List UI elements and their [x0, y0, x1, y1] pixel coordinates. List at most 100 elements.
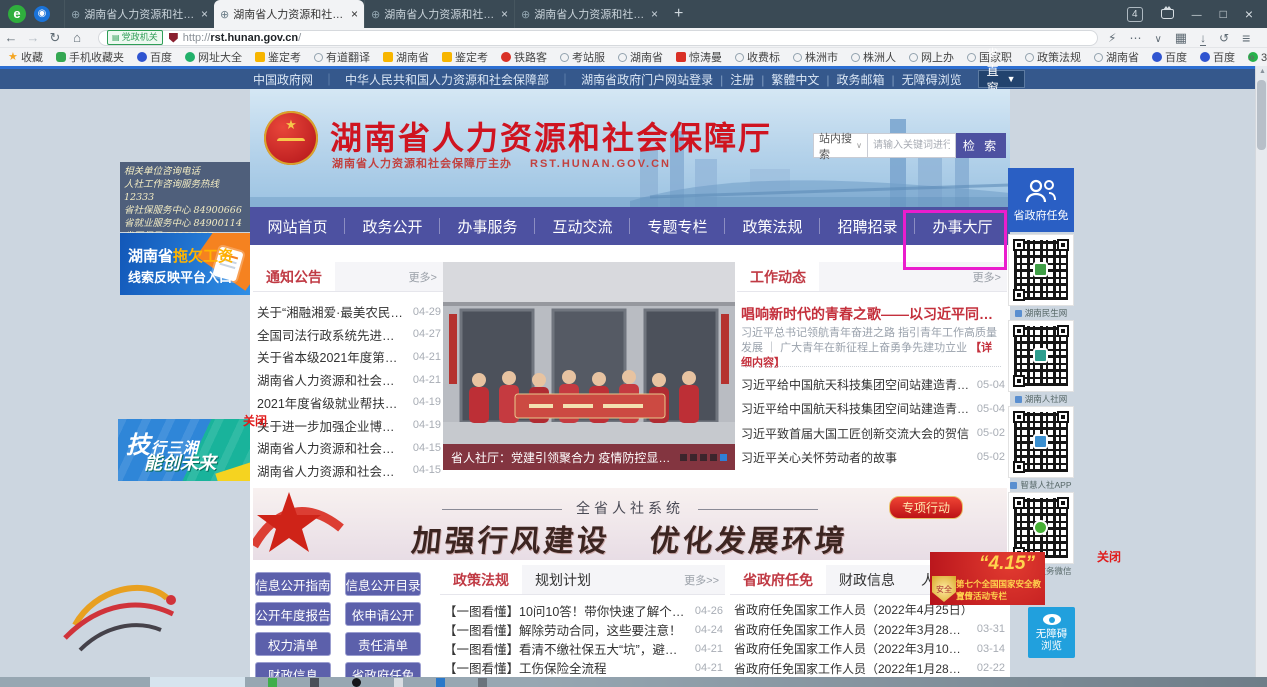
tab-notices[interactable]: 通知公告 [253, 262, 335, 291]
news-item[interactable]: 习近平给中国航天科技集团空间站建造青年团队的回信… 05-04 [741, 376, 1005, 393]
info-button[interactable]: 责任清单 [345, 632, 421, 656]
page-scrollbar[interactable]: ▲ [1255, 66, 1267, 677]
notice-item[interactable]: 湖南省人力资源和社会保障厅等… 04-15 [257, 461, 441, 480]
dropdown-caret-icon[interactable] [1154, 31, 1161, 45]
forward-icon[interactable]: → [22, 30, 44, 45]
tab-gov-appointments[interactable]: 省政府任免 [730, 565, 826, 594]
bookmark-item[interactable]: 手机收藏夹 [56, 49, 124, 65]
info-button[interactable]: 信息公开指南 [255, 572, 331, 596]
back-icon[interactable]: ← [0, 30, 22, 45]
taskbar-app-icon[interactable] [478, 678, 487, 687]
policy-item[interactable]: 【一图看懂】10问10答！带你快速了解个人养老金制… 04-26 [444, 601, 723, 620]
browser-tab[interactable]: 湖南省人力资源和社会保障厅 [514, 0, 664, 28]
scroll-up-arrow-icon[interactable]: ▲ [1259, 68, 1266, 75]
close-window-icon[interactable] [1245, 6, 1253, 22]
close-ad-link[interactable]: 关闭 [243, 412, 267, 429]
news-more-link[interactable]: 更多> [973, 269, 1007, 285]
bookmark-item[interactable]: 收藏 [8, 49, 43, 65]
bookmark-item[interactable]: 株洲市 [793, 49, 838, 65]
gov-link[interactable]: 中国政府网 [253, 71, 313, 88]
accessibility-button[interactable]: 无障碍 浏览 [1028, 607, 1075, 658]
notice-item[interactable]: 2021年度省级就业帮扶基地评选… 04-19 [257, 393, 441, 412]
tab-close-icon[interactable] [497, 7, 508, 21]
notice-item[interactable]: 全国司法行政系统先进集体、先… 04-27 [257, 325, 441, 344]
policy-item[interactable]: 【一图看懂】工伤保险全流程 04-21 [444, 658, 723, 677]
bookmark-item[interactable]: 考站服 [560, 49, 605, 65]
nav-item[interactable]: 专题专栏 [630, 207, 725, 245]
wage-arrears-banner[interactable]: 湖南省拖欠工资 线索反映平台入口 [120, 233, 250, 295]
user-link[interactable]: 无障碍浏览 [885, 71, 962, 88]
info-button[interactable]: 公开年度报告 [255, 602, 331, 626]
search-input[interactable] [868, 133, 956, 158]
bookmark-item[interactable]: 湖南省 [618, 49, 663, 65]
nav-item[interactable]: 网站首页 [250, 207, 345, 245]
download-icon[interactable] [1200, 31, 1206, 45]
home-icon[interactable]: ⌂ [66, 30, 88, 45]
bookmark-item[interactable]: 湖南省 [1094, 49, 1139, 65]
news-item[interactable]: 习近平给中国航天科技集团空间站建造青年团队回信 05-04 [741, 400, 1005, 417]
close-ad-link[interactable]: 关闭 [1097, 548, 1121, 565]
notice-item[interactable]: 湖南省人力资源和社会保障厅职… 04-21 [257, 370, 441, 389]
tab-close-icon[interactable] [647, 7, 658, 21]
gov-link[interactable]: 中华人民共和国人力资源和社会保障部 [313, 71, 549, 88]
tab-close-icon[interactable] [197, 7, 208, 21]
search-scope-select[interactable]: 站内搜索∨ [813, 133, 868, 158]
bookmark-item[interactable]: 收费标 [735, 49, 780, 65]
more-actions-icon[interactable] [1129, 31, 1141, 45]
notice-item[interactable]: 关于“湘融湘爱·最美农民工”… 04-29 [257, 302, 441, 321]
carousel-dot[interactable] [690, 454, 697, 461]
gov-appointment-item[interactable]: 省政府任免国家工作人员（2022年3月10日） 03-14 [734, 640, 1005, 657]
photo-carousel[interactable]: 省人社厅：党建引领聚合力 疫情防控显担当 [443, 262, 735, 470]
nav-item[interactable]: 招聘招录 [820, 207, 915, 245]
tab-news[interactable]: 工作动态 [737, 262, 819, 291]
refresh-icon[interactable]: ↻ [44, 30, 66, 46]
gov-appointment-item[interactable]: 省政府任免国家工作人员（2022年3月28日） 03-31 [734, 621, 1005, 638]
browser-logo-icon[interactable]: e [8, 5, 26, 23]
flash-icon[interactable] [1108, 31, 1116, 45]
bookmarks-overflow-icon[interactable]: » [1248, 50, 1255, 64]
gov-appointment-item[interactable]: 省政府任免国家工作人员（2022年1月28日） 02-22 [734, 660, 1005, 677]
browser-tab[interactable]: 湖南省人力资源和社会保障厅 [64, 0, 214, 28]
restore-icon[interactable] [1219, 31, 1229, 45]
taskbar-app-icon[interactable] [436, 678, 445, 687]
bookmark-item[interactable]: 株洲人 [851, 49, 896, 65]
taskbar-app-icon[interactable] [352, 678, 361, 687]
bookmark-item[interactable]: 有道翻译 [314, 49, 370, 65]
notice-item[interactable]: 关于进一步加强企业博士后创新… 04-19 [257, 416, 441, 435]
nav-item[interactable]: 政策法规 [725, 207, 820, 245]
bookmark-item[interactable]: 鉴定考 [442, 49, 488, 65]
bookmark-item[interactable]: 网址大全 [185, 49, 242, 65]
banner-action-badge[interactable]: 专项行动 [889, 496, 963, 519]
bookmark-item[interactable]: 铁路客 [501, 49, 547, 65]
news-item[interactable]: 习近平关心关怀劳动者的故事 05-02 [741, 449, 1005, 466]
search-button[interactable]: 检 索 [956, 133, 1006, 158]
user-link[interactable]: 注册 [713, 71, 754, 88]
gov-link[interactable]: 湖南省政府门户网站 [549, 71, 689, 88]
bookmark-item[interactable]: 政策法规 [1025, 49, 1081, 65]
bookmark-item[interactable]: 湖南省 [383, 49, 429, 65]
security-education-day-ad[interactable]: “4.15” 第七个全国国家安全教育日 宣传活动专栏 安全 [930, 552, 1045, 605]
news-item[interactable]: 习近平致首届大国工匠创新交流大会的贺信 05-02 [741, 425, 1005, 442]
url-field[interactable]: 党政机关 http://rst.hunan.gov.cn/ [98, 30, 1098, 46]
menu-icon[interactable] [1242, 30, 1250, 46]
nav-item[interactable]: 互动交流 [535, 207, 630, 245]
carousel-dot-active[interactable] [720, 454, 727, 461]
browser-tab[interactable]: 湖南省人力资源和社会保障厅 [364, 0, 514, 28]
tab-count-badge[interactable]: 4 [1127, 7, 1143, 22]
carousel-dot[interactable] [710, 454, 717, 461]
os-taskbar[interactable] [0, 677, 1267, 687]
maximize-icon[interactable] [1220, 7, 1227, 21]
nav-item[interactable]: 办事服务 [440, 207, 535, 245]
minimize-icon[interactable] [1192, 7, 1202, 21]
browser-skin-icon[interactable] [1161, 9, 1174, 19]
taskbar-start-segment[interactable] [150, 677, 245, 687]
nav-item[interactable]: 政务公开 [345, 207, 440, 245]
tab-policy[interactable]: 政策法规 [440, 565, 522, 594]
gov-appointments-widget[interactable]: 省政府任免 [1008, 168, 1074, 232]
new-tab-button[interactable]: + [674, 5, 683, 23]
info-button[interactable]: 信息公开目录 [345, 572, 421, 596]
bookmark-item[interactable]: 鉴定考 [255, 49, 301, 65]
notices-more-link[interactable]: 更多> [409, 269, 443, 285]
notice-item[interactable]: 关于省本级2021年度第二批失业… 04-21 [257, 347, 441, 366]
taskbar-app-icon[interactable] [310, 678, 319, 687]
